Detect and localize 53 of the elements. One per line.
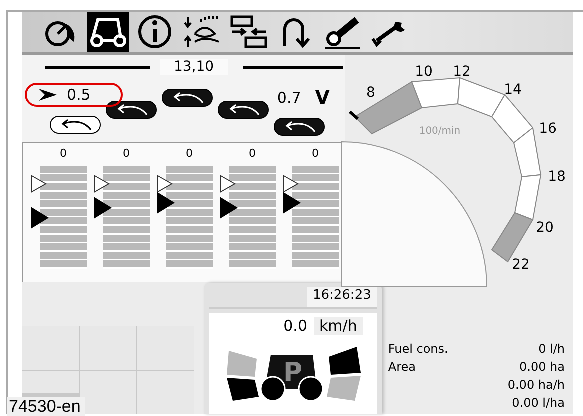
mode-label: V (315, 87, 330, 109)
valve-value: 0 (60, 146, 67, 162)
figure-id: 74530-en (7, 397, 85, 416)
stat-value: 0.00 ha/h (508, 378, 565, 392)
info-icon (138, 16, 172, 48)
valve-direction-button[interactable] (218, 101, 269, 119)
layout-icon (230, 16, 268, 48)
gear-indicator: P (283, 358, 302, 388)
reading-value: 0.7 (277, 89, 302, 107)
valve-direction-button[interactable] (274, 118, 325, 136)
rpm-scale-label: 20 (536, 220, 554, 236)
valve-direction-button[interactable] (106, 101, 157, 119)
steering-indicator (226, 351, 259, 401)
soil-depth-icon (184, 15, 220, 48)
speed-unit: km/h (314, 317, 364, 335)
valve-direction-button[interactable] (162, 89, 213, 107)
clock-time: 16:26:23 (306, 287, 378, 307)
curved-arrow-icon (173, 92, 204, 104)
rpm-scale-label: 14 (504, 82, 522, 98)
stat-value: 0.00 ha (520, 360, 565, 374)
stat-label: Area (388, 360, 416, 374)
curved-arrow-icon (117, 104, 148, 116)
rpm-scale-label: 16 (539, 121, 557, 137)
chevron-icon (39, 89, 57, 101)
rpm-scale-label: 22 (512, 257, 530, 273)
stat-value: 0.00 l/ha (512, 396, 565, 410)
valve-value: 0 (249, 146, 256, 162)
rpm-scale-label: 12 (453, 64, 471, 80)
needle-icon (349, 110, 359, 120)
valve-direction-button[interactable] (50, 116, 101, 134)
pto-icon (325, 17, 360, 49)
rpm-scale-label: 8 (366, 85, 376, 101)
valve-value: 0 (312, 146, 319, 162)
curved-arrow-icon (285, 121, 316, 133)
tractor-icon (90, 18, 126, 48)
rpm-scale-label: 18 (548, 169, 566, 185)
stat-value: 0 l/h (538, 342, 565, 356)
steering-indicator (326, 347, 361, 401)
curved-arrow-icon (61, 119, 92, 131)
speed-value: 0.0 (284, 317, 308, 335)
gauge-unit: 100/min (419, 126, 461, 137)
tractor-icon (260, 355, 324, 401)
u-turn-icon (284, 18, 310, 48)
curved-arrow-icon (229, 104, 260, 116)
gauge-icon (46, 22, 75, 46)
rpm-scale-label: 10 (415, 64, 433, 80)
header-value: 13,10 (160, 59, 228, 75)
wrench-icon (372, 22, 405, 48)
valve-value: 0 (186, 146, 193, 162)
reading-value: 0.5 (67, 86, 91, 104)
toolbar-tab[interactable] (87, 12, 129, 52)
valve-value: 0 (123, 146, 130, 162)
stat-label: Fuel cons. (388, 342, 448, 356)
